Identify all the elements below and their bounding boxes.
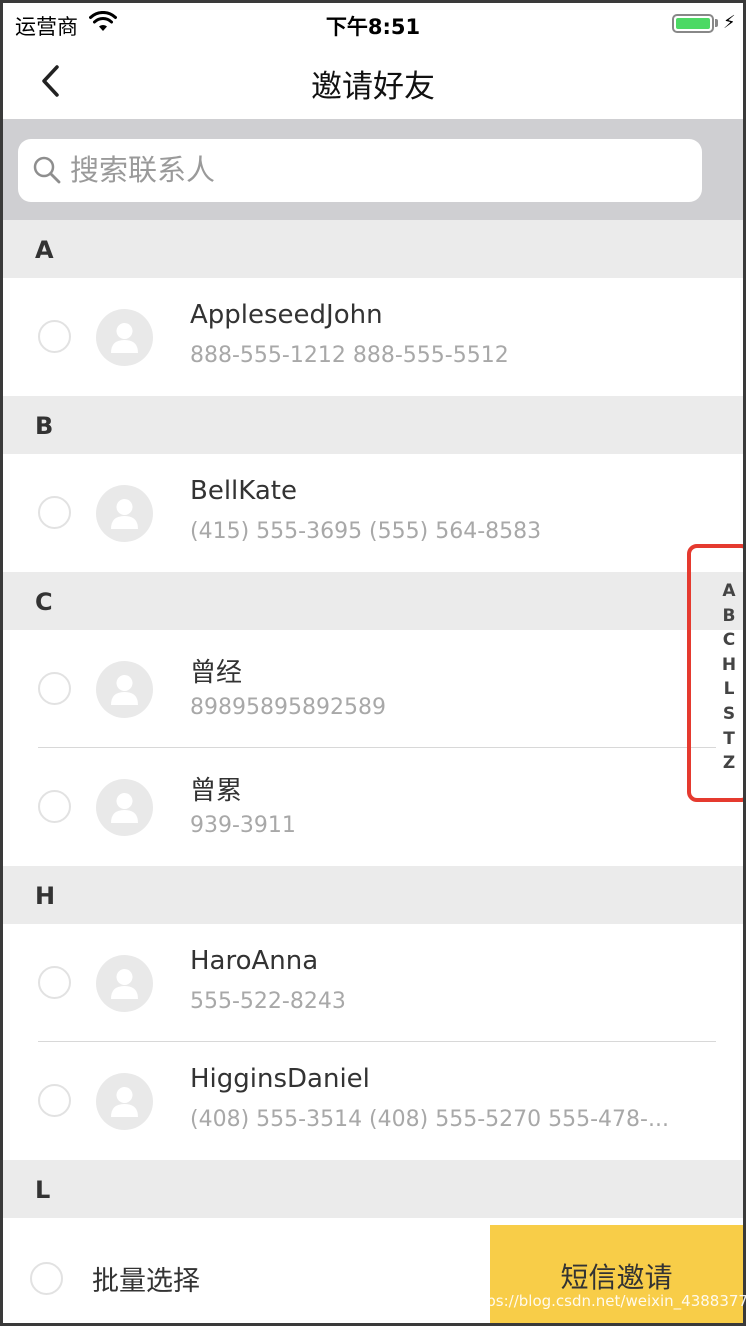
select-radio[interactable] [38, 320, 71, 353]
contact-phone: (415) 555-3695 (555) 564-8583 [190, 519, 542, 544]
avatar-icon [96, 309, 153, 366]
search-bar [3, 119, 743, 220]
search-icon [33, 156, 61, 184]
index-letter-b[interactable]: B [715, 604, 743, 629]
contact-name: 曾经 [190, 658, 243, 688]
avatar-icon [96, 779, 153, 836]
nav-bar: 邀请好友 [3, 43, 743, 119]
screen: 运营商 下午8:51 ⚡ 邀请好友 A AppleseedJohn 888-555-… [3, 3, 743, 1323]
watermark: https://blog.csdn.net/weixin_43883776 [465, 1292, 746, 1310]
index-letter-s[interactable]: S [715, 702, 743, 727]
select-radio[interactable] [38, 496, 71, 529]
search-box[interactable] [18, 139, 702, 202]
battery-icon [672, 14, 714, 33]
select-radio[interactable] [38, 1084, 71, 1117]
section-header-c: C [3, 572, 743, 630]
contact-phone: (408) 555-3514 (408) 555-5270 555-478-..… [190, 1107, 669, 1132]
contact-name: BellKate [190, 476, 297, 506]
contact-name: AppleseedJohn [190, 300, 383, 330]
select-radio[interactable] [38, 966, 71, 999]
charging-icon: ⚡ [723, 12, 736, 33]
contact-row[interactable]: HigginsDaniel (408) 555-3514 (408) 555-52… [3, 1042, 743, 1160]
avatar-icon [96, 1073, 153, 1130]
section-header-h: H [3, 866, 743, 924]
status-bar: 运营商 下午8:51 ⚡ [3, 3, 743, 43]
section-header-a: A [3, 220, 743, 278]
select-radio[interactable] [38, 672, 71, 705]
contact-row[interactable]: AppleseedJohn 888-555-1212 888-555-5512 [3, 278, 743, 396]
select-radio[interactable] [38, 790, 71, 823]
avatar-icon [96, 485, 153, 542]
index-letter-t[interactable]: T [715, 727, 743, 752]
contact-name: HigginsDaniel [190, 1064, 370, 1094]
section-header-b: B [3, 396, 743, 454]
battery-nub [715, 19, 718, 27]
batch-select-checkbox[interactable] [30, 1262, 63, 1295]
avatar-icon [96, 955, 153, 1012]
contact-phone: 555-522-8243 [190, 989, 346, 1014]
clock: 下午8:51 [325, 15, 421, 39]
alphabet-index[interactable]: ABCHLSTZ [715, 579, 743, 776]
index-letter-a[interactable]: A [715, 579, 743, 604]
index-letter-z[interactable]: Z [715, 751, 743, 776]
avatar-icon [96, 661, 153, 718]
contact-phone: 939-3911 [190, 813, 296, 838]
contact-row[interactable]: BellKate (415) 555-3695 (555) 564-8583 [3, 454, 743, 572]
section-header-l: L [3, 1160, 743, 1218]
search-input[interactable] [70, 148, 670, 192]
contact-row[interactable]: 曾累 939-3911 [3, 748, 743, 866]
contact-list[interactable]: A AppleseedJohn 888-555-1212 888-555-5512 B… [3, 220, 743, 1218]
index-letter-h[interactable]: H [715, 653, 743, 678]
contact-phone: 888-555-1212 888-555-5512 [190, 343, 509, 368]
index-letter-c[interactable]: C [715, 628, 743, 653]
contact-row[interactable]: HaroAnna 555-522-8243 [3, 924, 743, 1042]
index-letter-l[interactable]: L [715, 677, 743, 702]
contact-phone: 89895895892589 [190, 695, 386, 720]
contact-name: HaroAnna [190, 946, 319, 976]
contact-name: 曾累 [190, 776, 243, 806]
page-title: 邀请好友 [311, 69, 435, 105]
batch-select-label[interactable]: 批量选择 [92, 1259, 200, 1298]
contact-row[interactable]: 曾经 89895895892589 [3, 630, 743, 748]
